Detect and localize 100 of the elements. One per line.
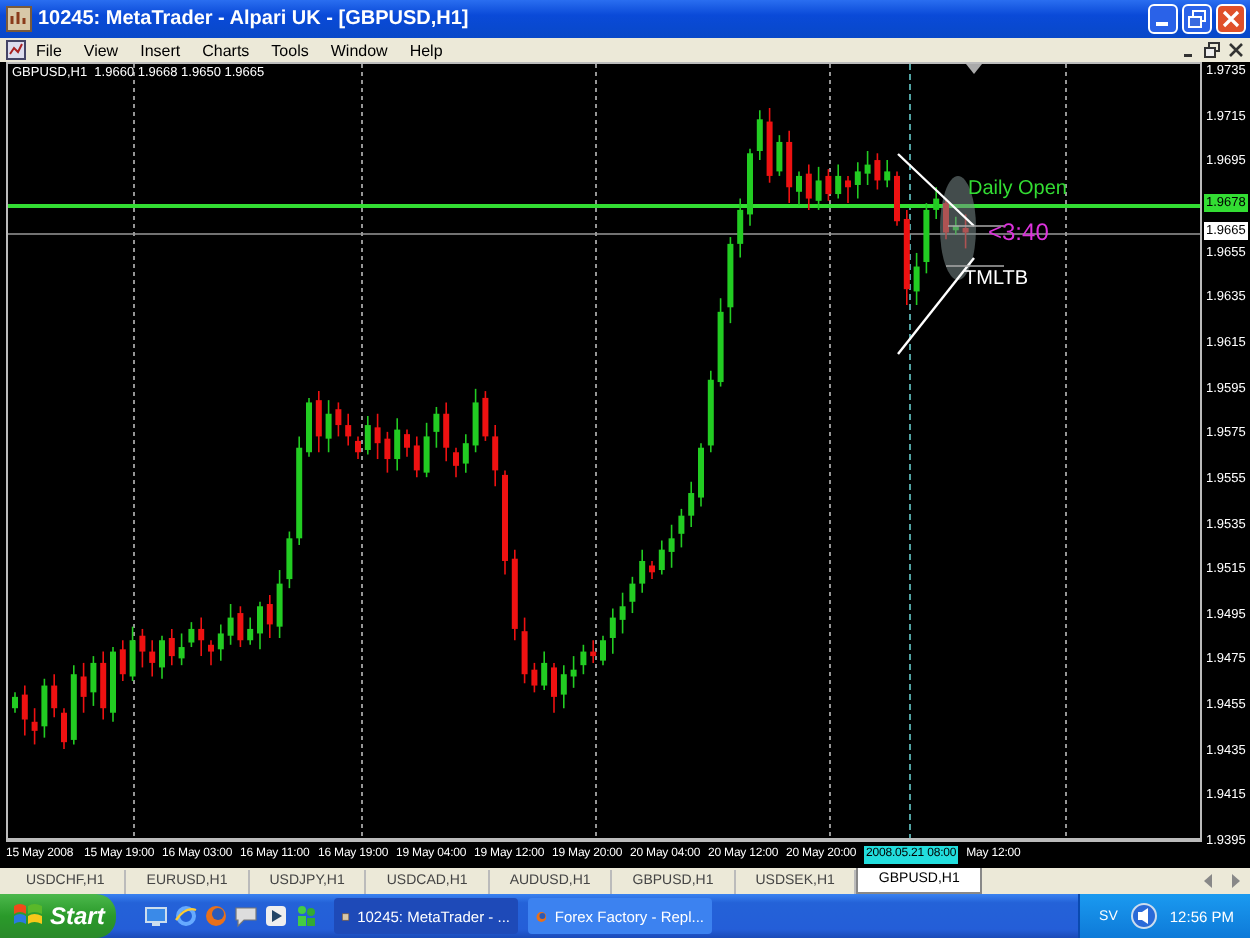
candle xyxy=(609,607,616,655)
candle xyxy=(159,634,165,680)
candle xyxy=(41,677,48,739)
candle xyxy=(198,616,205,657)
candle xyxy=(12,691,18,714)
candle xyxy=(678,508,685,549)
candle xyxy=(335,401,342,438)
candle xyxy=(70,664,77,746)
candle xyxy=(61,707,67,750)
candle xyxy=(894,170,900,227)
candle xyxy=(433,406,440,449)
candle xyxy=(100,650,107,721)
candle xyxy=(355,435,361,460)
candle xyxy=(178,632,185,666)
candle xyxy=(756,109,763,161)
candle xyxy=(570,655,577,689)
candle xyxy=(668,523,675,569)
candle xyxy=(688,480,695,528)
candle xyxy=(110,646,116,723)
candle xyxy=(590,639,597,664)
candle xyxy=(208,639,214,666)
candle xyxy=(717,297,724,388)
menu-item[interactable]: Insert xyxy=(140,41,181,59)
candle xyxy=(443,401,450,463)
candle xyxy=(796,170,802,207)
candle xyxy=(276,569,283,639)
candle xyxy=(149,639,156,678)
candle xyxy=(247,616,254,646)
chat-icon[interactable] xyxy=(234,904,258,928)
candle xyxy=(786,129,793,204)
app-icon xyxy=(6,6,32,32)
candle xyxy=(707,369,714,454)
candle xyxy=(31,707,38,746)
candle xyxy=(874,152,881,191)
candle xyxy=(374,412,381,460)
candle xyxy=(639,548,646,594)
candle xyxy=(531,662,538,694)
candle xyxy=(266,594,273,639)
candle xyxy=(502,469,508,576)
start-button[interactable]: Start xyxy=(0,894,116,938)
candle xyxy=(482,390,489,442)
candle xyxy=(835,163,842,200)
maximize-button[interactable] xyxy=(1182,4,1212,34)
candle xyxy=(619,591,626,635)
menu-item[interactable]: File xyxy=(36,41,62,59)
candle xyxy=(560,664,567,709)
candle xyxy=(492,424,499,488)
candle xyxy=(521,616,528,685)
scroll-right-icon[interactable] xyxy=(1230,874,1242,888)
menu-item[interactable]: View xyxy=(83,41,119,59)
close-icon[interactable] xyxy=(1228,42,1244,58)
candle xyxy=(257,600,263,651)
candle xyxy=(541,650,548,691)
candle xyxy=(727,236,734,324)
candle xyxy=(296,435,303,546)
minimize-button[interactable] xyxy=(1148,4,1178,34)
candle xyxy=(364,415,371,456)
menu-item[interactable]: Help xyxy=(409,41,443,59)
candle xyxy=(747,147,753,227)
candle xyxy=(737,197,744,259)
candle xyxy=(923,202,930,275)
candle xyxy=(766,107,773,184)
chart-window-icon[interactable] xyxy=(6,40,26,60)
candle xyxy=(237,605,244,648)
candle xyxy=(845,175,851,204)
candle xyxy=(580,644,587,675)
browser-icon[interactable] xyxy=(174,904,198,928)
candle xyxy=(423,422,430,478)
candle xyxy=(805,163,812,211)
candle xyxy=(825,168,832,202)
menu-item[interactable]: Window xyxy=(330,41,388,59)
candle xyxy=(453,446,459,478)
candle xyxy=(325,399,332,454)
candle xyxy=(315,390,322,454)
media-icon[interactable] xyxy=(264,904,288,928)
candle xyxy=(472,388,479,454)
menu-item[interactable]: Tools xyxy=(271,41,309,59)
window-title: 10245: MetaTrader - Alpari UK - [GBPUSD,H1] xyxy=(38,8,471,30)
candle xyxy=(913,252,920,306)
candle xyxy=(21,684,28,737)
candle xyxy=(551,662,557,714)
candle xyxy=(384,431,391,474)
candle xyxy=(217,623,224,662)
candle xyxy=(962,213,969,250)
speaker-icon[interactable] xyxy=(1129,902,1158,930)
candle xyxy=(404,428,410,458)
close-button[interactable] xyxy=(1216,4,1246,34)
candle xyxy=(119,639,126,682)
candle xyxy=(188,621,195,648)
candle xyxy=(884,159,891,189)
candle xyxy=(286,530,293,589)
close-icon xyxy=(1222,10,1240,28)
candle xyxy=(933,186,940,220)
candle xyxy=(129,625,136,682)
daily-open-label: Daily Open xyxy=(968,180,1067,200)
scroll-left-icon[interactable] xyxy=(1202,874,1214,888)
desktop-icon[interactable] xyxy=(144,904,168,928)
candle xyxy=(413,435,420,478)
candle xyxy=(952,215,959,236)
menu-item[interactable]: Charts xyxy=(202,41,250,59)
